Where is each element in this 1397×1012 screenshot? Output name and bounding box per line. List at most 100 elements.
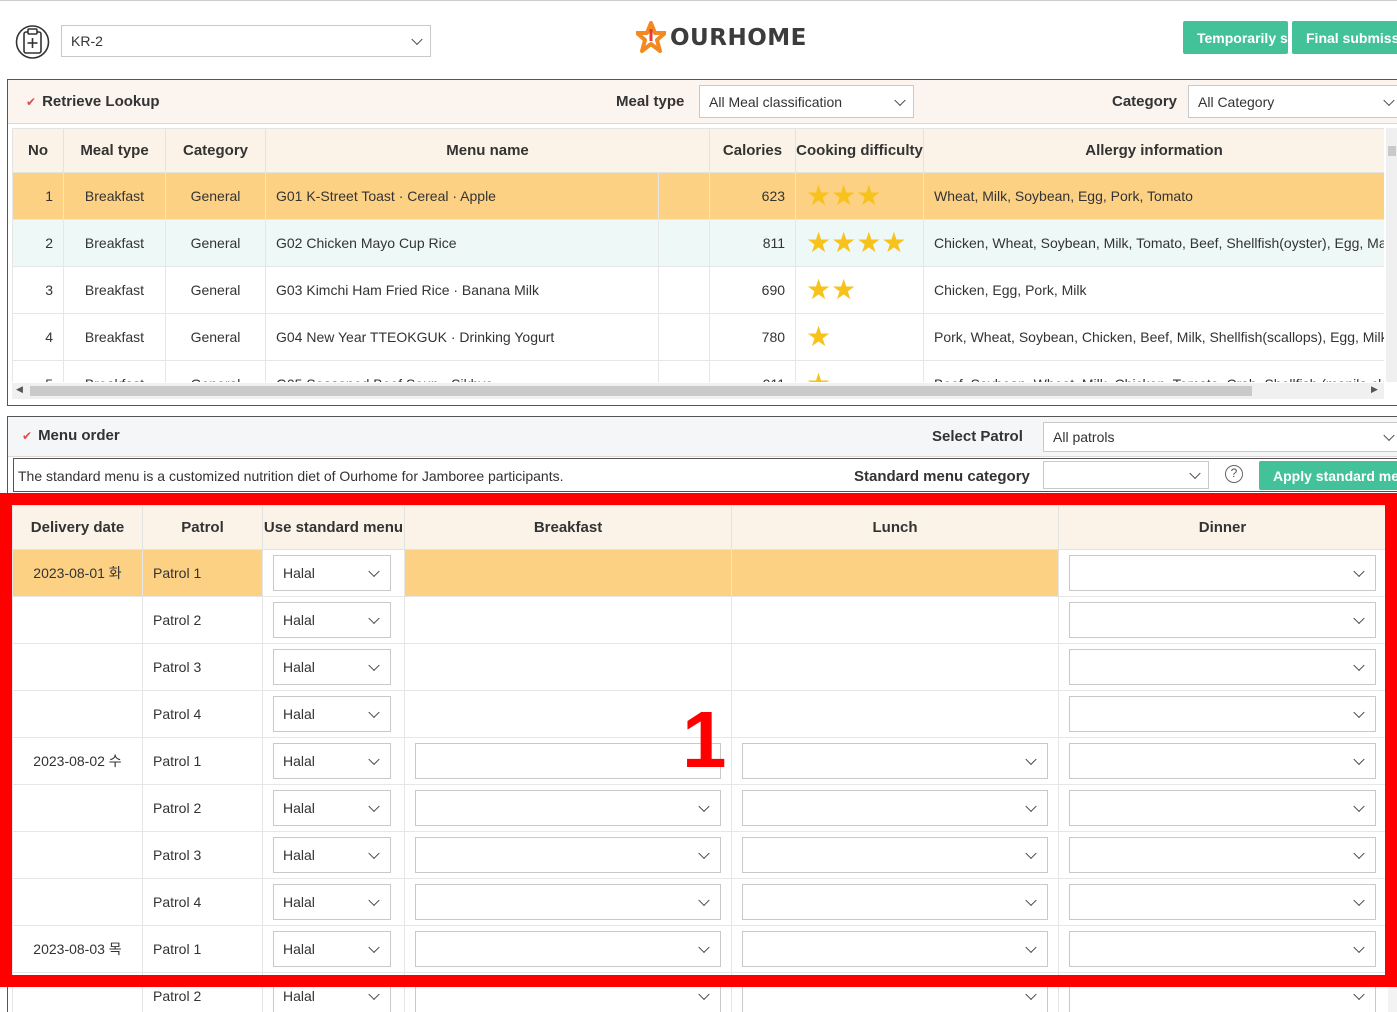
- cell-delivery-date: 2023-08-03 목: [12, 925, 143, 973]
- lunch-select[interactable]: [742, 884, 1048, 920]
- cell-lunch: [731, 737, 1059, 785]
- dinner-select[interactable]: [1069, 978, 1376, 1012]
- order-header-row: Delivery date Patrol Use standard menu B…: [12, 505, 1386, 550]
- col-meal-type[interactable]: Meal type: [63, 128, 166, 173]
- dinner-select[interactable]: [1069, 602, 1376, 638]
- cell-use-standard-menu: Halal: [262, 972, 405, 1012]
- chevron-down-icon: [698, 988, 710, 1001]
- star-icon: ★: [806, 370, 831, 383]
- order-row[interactable]: Patrol 2 Halal: [12, 596, 1386, 644]
- lookup-row[interactable]: 4 Breakfast General G04 New Year TTEOKGUK ·…: [12, 313, 1384, 361]
- dinner-select[interactable]: [1069, 837, 1376, 873]
- col-patrol[interactable]: Patrol: [142, 505, 263, 550]
- lookup-row[interactable]: 1 Breakfast General G01 K-Street Toast · Ce…: [12, 172, 1384, 220]
- order-row[interactable]: 2023-08-01 화 Patrol 1 Halal: [12, 549, 1386, 597]
- apply-standard-menu-button[interactable]: Apply standard menu: [1259, 461, 1397, 490]
- order-row[interactable]: Patrol 3 Halal: [12, 831, 1386, 879]
- standard-menu-select[interactable]: Halal: [273, 602, 391, 638]
- standard-menu-select[interactable]: Halal: [273, 837, 391, 873]
- lunch-select[interactable]: [742, 978, 1048, 1012]
- dinner-select[interactable]: [1069, 649, 1376, 685]
- scroll-thumb[interactable]: [1388, 146, 1396, 156]
- cell-meal-type: Breakfast: [63, 172, 166, 220]
- cell-cooking-difficulty: ★: [795, 313, 925, 361]
- dinner-select[interactable]: [1069, 790, 1376, 826]
- standard-menu-select[interactable]: Halal: [273, 555, 391, 591]
- clipboard-plus-icon[interactable]: [15, 21, 50, 63]
- lookup-horizontal-scrollbar[interactable]: ◀ ▶: [12, 383, 1384, 399]
- lunch-select[interactable]: [742, 837, 1048, 873]
- lookup-header-row: No Meal type Category Menu name Calories…: [12, 128, 1384, 173]
- standard-menu-select[interactable]: Halal: [273, 696, 391, 732]
- final-submission-button[interactable]: Final submission: [1292, 21, 1397, 54]
- order-row[interactable]: 2023-08-03 목 Patrol 1 Halal: [12, 925, 1386, 973]
- col-use-standard-menu[interactable]: Use standard menu: [262, 505, 405, 550]
- chevron-down-icon: [368, 706, 380, 719]
- order-vertical-scrollbar[interactable]: [1388, 505, 1397, 1012]
- menu-order-title: ✔ Menu order: [22, 427, 120, 444]
- breakfast-select[interactable]: [415, 884, 721, 920]
- dinner-select[interactable]: [1069, 931, 1376, 967]
- col-no[interactable]: No: [12, 128, 64, 173]
- cell-menu-name: G04 New Year TTEOKGUK · Drinking Yogurt: [265, 313, 659, 361]
- order-row[interactable]: Patrol 3 Halal: [12, 643, 1386, 691]
- scroll-thumb[interactable]: [30, 386, 1252, 396]
- order-row[interactable]: Patrol 4 Halal: [12, 878, 1386, 926]
- lookup-row[interactable]: 3 Breakfast General G03 Kimchi Ham Fried Ri…: [12, 266, 1384, 314]
- breakfast-select[interactable]: [415, 790, 721, 826]
- site-select[interactable]: KR-2: [61, 25, 431, 57]
- dinner-select[interactable]: [1069, 743, 1376, 779]
- meal-type-select[interactable]: All Meal classification: [699, 85, 914, 118]
- cell-use-standard-menu: Halal: [262, 690, 405, 738]
- dinner-select[interactable]: [1069, 555, 1376, 591]
- col-breakfast[interactable]: Breakfast: [404, 505, 732, 550]
- star-icon: ★: [856, 180, 882, 211]
- col-dinner[interactable]: Dinner: [1058, 505, 1386, 550]
- category-select[interactable]: All Category: [1188, 85, 1397, 118]
- order-row[interactable]: Patrol 2 Halal: [12, 784, 1386, 832]
- breakfast-select[interactable]: [415, 978, 721, 1012]
- scroll-right-arrow-icon[interactable]: ▶: [1371, 384, 1378, 395]
- cell-use-standard-menu: Halal: [262, 596, 405, 644]
- col-allergy-info[interactable]: Allergy information: [923, 128, 1384, 173]
- breakfast-select[interactable]: [415, 931, 721, 967]
- standard-menu-select[interactable]: Halal: [273, 790, 391, 826]
- col-category[interactable]: Category: [165, 128, 266, 173]
- col-menu-name[interactable]: Menu name: [264, 128, 711, 173]
- col-cooking-difficulty[interactable]: Cooking difficulty: [795, 128, 925, 173]
- col-delivery-date[interactable]: Delivery date: [12, 505, 143, 550]
- standard-menu-category-select[interactable]: [1043, 461, 1209, 489]
- lookup-vertical-scrollbar[interactable]: [1386, 128, 1397, 382]
- dinner-select[interactable]: [1069, 696, 1376, 732]
- order-row[interactable]: Patrol 2 Halal: [12, 972, 1386, 1012]
- breakfast-select[interactable]: [415, 837, 721, 873]
- lookup-row[interactable]: 2 Breakfast General G02 Chicken Mayo Cup Ri…: [12, 219, 1384, 267]
- cell-allergy-info: Beef, Soybean, Wheat, Milk, Chicken, Tom…: [923, 360, 1384, 382]
- standard-menu-select[interactable]: Halal: [273, 649, 391, 685]
- patrol-select[interactable]: All patrols: [1043, 422, 1397, 452]
- lookup-row[interactable]: 5BreakfastGeneralG05 Seasoned Beef Soup …: [12, 360, 1384, 383]
- cell-lunch: [731, 690, 1059, 738]
- standard-menu-select[interactable]: Halal: [273, 978, 391, 1012]
- temporarily-save-button[interactable]: Temporarily save: [1183, 21, 1288, 54]
- chevron-down-icon: [1383, 429, 1395, 442]
- standard-menu-select-value: Halal: [283, 847, 315, 863]
- col-calories[interactable]: Calories: [709, 128, 797, 173]
- standard-menu-select[interactable]: Halal: [273, 884, 391, 920]
- scroll-thumb[interactable]: [1390, 517, 1397, 707]
- standard-menu-select[interactable]: Halal: [273, 931, 391, 967]
- difficulty-stars: ★: [806, 370, 913, 383]
- dinner-select[interactable]: [1069, 884, 1376, 920]
- lunch-select[interactable]: [742, 790, 1048, 826]
- chevron-down-icon: [1353, 565, 1365, 578]
- cell-lunch: [731, 972, 1059, 1012]
- lunch-select[interactable]: [742, 931, 1048, 967]
- help-icon[interactable]: ?: [1225, 465, 1243, 483]
- scroll-left-arrow-icon[interactable]: ◀: [16, 384, 23, 395]
- standard-menu-select[interactable]: Halal: [273, 743, 391, 779]
- col-lunch[interactable]: Lunch: [731, 505, 1059, 550]
- cell-dinner: [1058, 878, 1386, 926]
- lunch-select[interactable]: [742, 743, 1048, 779]
- breakfast-select[interactable]: [415, 743, 721, 779]
- lookup-table-viewport[interactable]: No Meal type Category Menu name Calories…: [12, 128, 1384, 382]
